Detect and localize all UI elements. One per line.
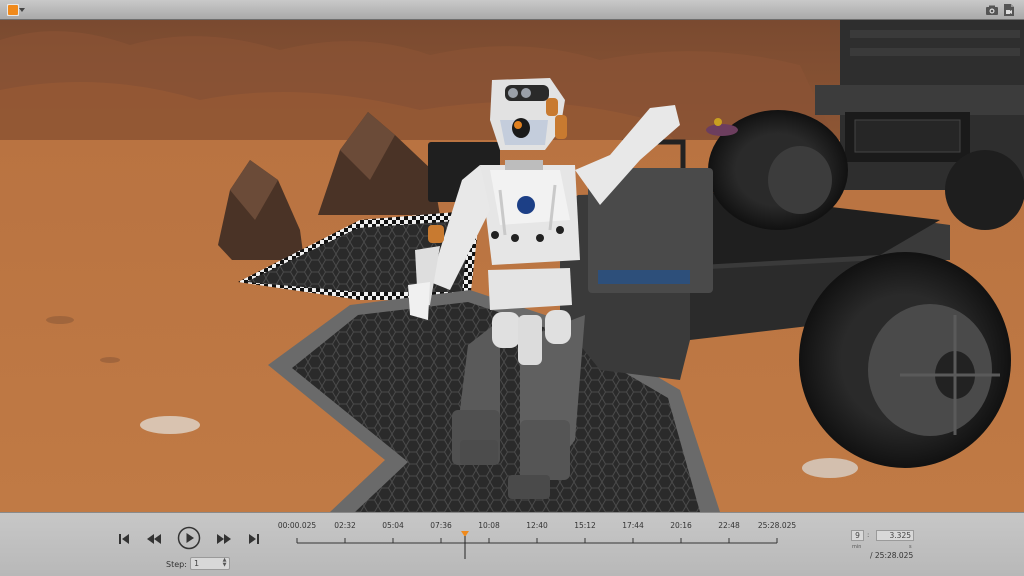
timeline-tick-label: 15:12	[574, 521, 596, 530]
app-logo-icon[interactable]	[7, 4, 19, 16]
fast-forward-icon[interactable]	[216, 533, 232, 545]
timeline-tick-label: 10:08	[478, 521, 500, 530]
timeline-tick-label: 07:36	[430, 521, 452, 530]
play-icon[interactable]	[177, 526, 201, 550]
timeline-tick-label: 05:04	[382, 521, 404, 530]
playback-bar: Step: 1 ▲ ▼ 00:00.025 02:32 05:04 07:36 10:08…	[0, 512, 1024, 576]
time-total: / 25:28.025	[870, 551, 914, 560]
step-value[interactable]: 1	[194, 559, 199, 568]
camera-icon[interactable]	[985, 4, 999, 16]
timeline-tick-label: 25:28.025	[757, 521, 797, 530]
timeline-tick-label: 22:48	[718, 521, 740, 530]
time-seconds-field[interactable]: 3.325	[876, 530, 914, 541]
step-spinbox[interactable]: 1 ▲ ▼	[190, 557, 230, 570]
rewind-icon[interactable]	[146, 533, 162, 545]
time-seconds-unit: s	[909, 544, 912, 550]
video-file-icon[interactable]	[1003, 3, 1015, 17]
time-minutes-unit: min	[852, 544, 862, 550]
step-label: Step:	[166, 560, 187, 569]
skip-to-end-icon[interactable]	[248, 533, 260, 545]
title-bar	[0, 0, 1024, 20]
timeline-tick-label: 20:16	[670, 521, 692, 530]
scene-render	[0, 20, 1024, 512]
spin-arrows-icon[interactable]: ▲ ▼	[221, 558, 228, 569]
skip-to-start-icon[interactable]	[118, 533, 130, 545]
3d-viewport[interactable]	[0, 20, 1024, 512]
timeline-tick-label: 02:32	[334, 521, 356, 530]
time-separator: :	[867, 531, 870, 539]
timeline-tick-label: 17:44	[622, 521, 644, 530]
timeline-tick-label: 00:00.025	[277, 521, 317, 530]
simulation-player-window: Step: 1 ▲ ▼ 00:00.025 02:32 05:04 07:36 10:08…	[0, 0, 1024, 576]
timeline-tick-label: 12:40	[526, 521, 548, 530]
timeline-slider[interactable]: 00:00.025 02:32 05:04 07:36 10:08 12:40 15:12 1…	[270, 517, 796, 561]
time-minutes-field[interactable]: 9	[851, 530, 864, 541]
chevron-down-icon[interactable]	[19, 7, 25, 13]
